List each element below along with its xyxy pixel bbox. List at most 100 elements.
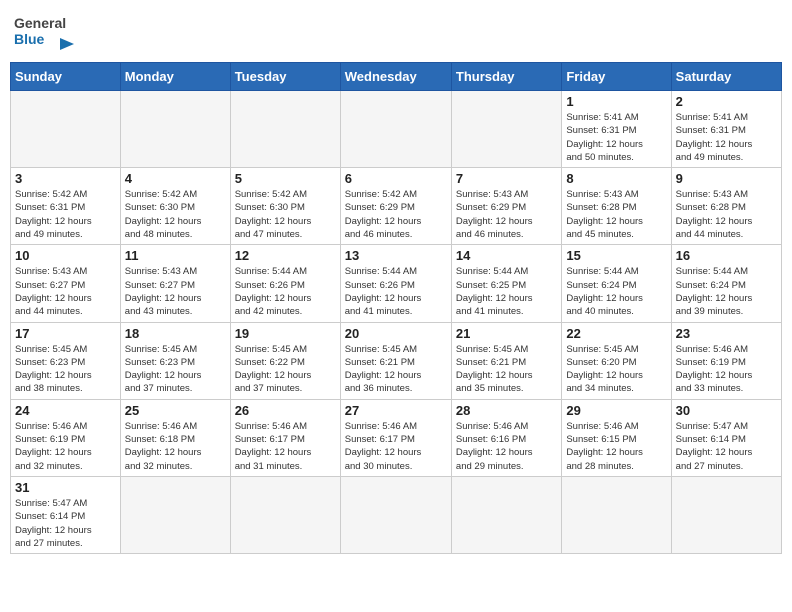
- day-info: Sunrise: 5:45 AM Sunset: 6:20 PM Dayligh…: [566, 343, 666, 396]
- day-number: 20: [345, 326, 447, 341]
- day-info: Sunrise: 5:44 AM Sunset: 6:24 PM Dayligh…: [676, 265, 777, 318]
- calendar-cell: [451, 91, 561, 168]
- calendar-cell: [120, 91, 230, 168]
- day-info: Sunrise: 5:46 AM Sunset: 6:17 PM Dayligh…: [345, 420, 447, 473]
- day-number: 12: [235, 248, 336, 263]
- day-number: 22: [566, 326, 666, 341]
- calendar-cell: 12 Sunrise: 5:44 AM Sunset: 6:26 PM Dayli…: [230, 245, 340, 322]
- day-number: 23: [676, 326, 777, 341]
- calendar-cell: 30 Sunrise: 5:47 AM Sunset: 6:14 PM Dayli…: [671, 399, 781, 476]
- day-number: 28: [456, 403, 557, 418]
- day-number: 5: [235, 171, 336, 186]
- calendar-cell: 26Sunrise: 5:46 AM Sunset: 6:17 PM Dayli…: [230, 399, 340, 476]
- header-wednesday: Wednesday: [340, 63, 451, 91]
- day-number: 15: [566, 248, 666, 263]
- calendar-cell: [230, 91, 340, 168]
- week-row-3: 17Sunrise: 5:45 AM Sunset: 6:23 PM Dayli…: [11, 322, 782, 399]
- svg-text:Blue: Blue: [14, 31, 45, 47]
- day-info: Sunrise: 5:46 AM Sunset: 6:16 PM Dayligh…: [456, 420, 557, 473]
- day-info: Sunrise: 5:42 AM Sunset: 6:30 PM Dayligh…: [125, 188, 226, 241]
- calendar-cell: 17Sunrise: 5:45 AM Sunset: 6:23 PM Dayli…: [11, 322, 121, 399]
- day-number: 3: [15, 171, 116, 186]
- day-info: Sunrise: 5:46 AM Sunset: 6:19 PM Dayligh…: [676, 343, 777, 396]
- day-number: 19: [235, 326, 336, 341]
- day-number: 27: [345, 403, 447, 418]
- day-info: Sunrise: 5:44 AM Sunset: 6:26 PM Dayligh…: [345, 265, 447, 318]
- calendar-cell: 29 Sunrise: 5:46 AM Sunset: 6:15 PM Dayli…: [562, 399, 671, 476]
- day-number: 21: [456, 326, 557, 341]
- day-number: 16: [676, 248, 777, 263]
- calendar-cell: 18 Sunrise: 5:45 AM Sunset: 6:23 PM Dayli…: [120, 322, 230, 399]
- header-tuesday: Tuesday: [230, 63, 340, 91]
- calendar-cell: 9 Sunrise: 5:43 AM Sunset: 6:28 PM Daylig…: [671, 168, 781, 245]
- day-number: 18: [125, 326, 226, 341]
- header-monday: Monday: [120, 63, 230, 91]
- day-info: Sunrise: 5:47 AM Sunset: 6:14 PM Dayligh…: [676, 420, 777, 473]
- calendar-cell: 20Sunrise: 5:45 AM Sunset: 6:21 PM Dayli…: [340, 322, 451, 399]
- header-saturday: Saturday: [671, 63, 781, 91]
- day-info: Sunrise: 5:44 AM Sunset: 6:26 PM Dayligh…: [235, 265, 336, 318]
- calendar-cell: [230, 476, 340, 553]
- calendar-table: SundayMondayTuesdayWednesdayThursdayFrid…: [10, 62, 782, 554]
- day-number: 7: [456, 171, 557, 186]
- day-info: Sunrise: 5:45 AM Sunset: 6:22 PM Dayligh…: [235, 343, 336, 396]
- svg-text:General: General: [14, 15, 66, 31]
- week-row-0: 1 Sunrise: 5:41 AM Sunset: 6:31 PM Daylig…: [11, 91, 782, 168]
- calendar-cell: 6Sunrise: 5:42 AM Sunset: 6:29 PM Daylig…: [340, 168, 451, 245]
- day-number: 29: [566, 403, 666, 418]
- calendar-cell: [562, 476, 671, 553]
- calendar-cell: 14Sunrise: 5:44 AM Sunset: 6:25 PM Dayli…: [451, 245, 561, 322]
- day-info: Sunrise: 5:42 AM Sunset: 6:31 PM Dayligh…: [15, 188, 116, 241]
- day-info: Sunrise: 5:43 AM Sunset: 6:28 PM Dayligh…: [676, 188, 777, 241]
- calendar-cell: 4 Sunrise: 5:42 AM Sunset: 6:30 PM Daylig…: [120, 168, 230, 245]
- week-row-5: 31Sunrise: 5:47 AM Sunset: 6:14 PM Dayli…: [11, 476, 782, 553]
- calendar-cell: 1Sunrise: 5:41 AM Sunset: 6:31 PM Daylig…: [562, 91, 671, 168]
- day-info: Sunrise: 5:45 AM Sunset: 6:23 PM Dayligh…: [125, 343, 226, 396]
- calendar-cell: 31Sunrise: 5:47 AM Sunset: 6:14 PM Dayli…: [11, 476, 121, 553]
- day-info: Sunrise: 5:44 AM Sunset: 6:25 PM Dayligh…: [456, 265, 557, 318]
- day-info: Sunrise: 5:43 AM Sunset: 6:27 PM Dayligh…: [15, 265, 116, 318]
- calendar-header-row: SundayMondayTuesdayWednesdayThursdayFrid…: [11, 63, 782, 91]
- day-info: Sunrise: 5:43 AM Sunset: 6:27 PM Dayligh…: [125, 265, 226, 318]
- calendar-cell: 11 Sunrise: 5:43 AM Sunset: 6:27 PM Dayli…: [120, 245, 230, 322]
- day-number: 31: [15, 480, 116, 495]
- calendar-cell: [451, 476, 561, 553]
- header-sunday: Sunday: [11, 63, 121, 91]
- day-info: Sunrise: 5:41 AM Sunset: 6:31 PM Dayligh…: [676, 111, 777, 164]
- week-row-1: 3 Sunrise: 5:42 AM Sunset: 6:31 PM Daylig…: [11, 168, 782, 245]
- calendar-cell: 21 Sunrise: 5:45 AM Sunset: 6:21 PM Dayli…: [451, 322, 561, 399]
- calendar-cell: 5 Sunrise: 5:42 AM Sunset: 6:30 PM Daylig…: [230, 168, 340, 245]
- day-number: 25: [125, 403, 226, 418]
- day-info: Sunrise: 5:42 AM Sunset: 6:30 PM Dayligh…: [235, 188, 336, 241]
- day-number: 11: [125, 248, 226, 263]
- calendar-cell: 24Sunrise: 5:46 AM Sunset: 6:19 PM Dayli…: [11, 399, 121, 476]
- header-thursday: Thursday: [451, 63, 561, 91]
- calendar-cell: 8 Sunrise: 5:43 AM Sunset: 6:28 PM Daylig…: [562, 168, 671, 245]
- logo: General Blue: [14, 10, 74, 54]
- day-number: 1: [566, 94, 666, 109]
- day-info: Sunrise: 5:46 AM Sunset: 6:15 PM Dayligh…: [566, 420, 666, 473]
- day-number: 9: [676, 171, 777, 186]
- calendar-cell: [340, 476, 451, 553]
- calendar-cell: 2 Sunrise: 5:41 AM Sunset: 6:31 PM Daylig…: [671, 91, 781, 168]
- calendar-cell: 10 Sunrise: 5:43 AM Sunset: 6:27 PM Dayli…: [11, 245, 121, 322]
- day-info: Sunrise: 5:45 AM Sunset: 6:21 PM Dayligh…: [456, 343, 557, 396]
- day-number: 10: [15, 248, 116, 263]
- page-header: General Blue: [10, 10, 782, 54]
- day-info: Sunrise: 5:43 AM Sunset: 6:29 PM Dayligh…: [456, 188, 557, 241]
- calendar-cell: 13Sunrise: 5:44 AM Sunset: 6:26 PM Dayli…: [340, 245, 451, 322]
- calendar-cell: 23 Sunrise: 5:46 AM Sunset: 6:19 PM Dayli…: [671, 322, 781, 399]
- day-info: Sunrise: 5:43 AM Sunset: 6:28 PM Dayligh…: [566, 188, 666, 241]
- calendar-cell: [120, 476, 230, 553]
- day-number: 30: [676, 403, 777, 418]
- day-number: 2: [676, 94, 777, 109]
- day-number: 4: [125, 171, 226, 186]
- day-info: Sunrise: 5:44 AM Sunset: 6:24 PM Dayligh…: [566, 265, 666, 318]
- calendar-cell: 25Sunrise: 5:46 AM Sunset: 6:18 PM Dayli…: [120, 399, 230, 476]
- week-row-4: 24Sunrise: 5:46 AM Sunset: 6:19 PM Dayli…: [11, 399, 782, 476]
- day-number: 8: [566, 171, 666, 186]
- day-info: Sunrise: 5:46 AM Sunset: 6:17 PM Dayligh…: [235, 420, 336, 473]
- calendar-cell: [671, 476, 781, 553]
- calendar-cell: 22 Sunrise: 5:45 AM Sunset: 6:20 PM Dayli…: [562, 322, 671, 399]
- calendar-cell: 15 Sunrise: 5:44 AM Sunset: 6:24 PM Dayli…: [562, 245, 671, 322]
